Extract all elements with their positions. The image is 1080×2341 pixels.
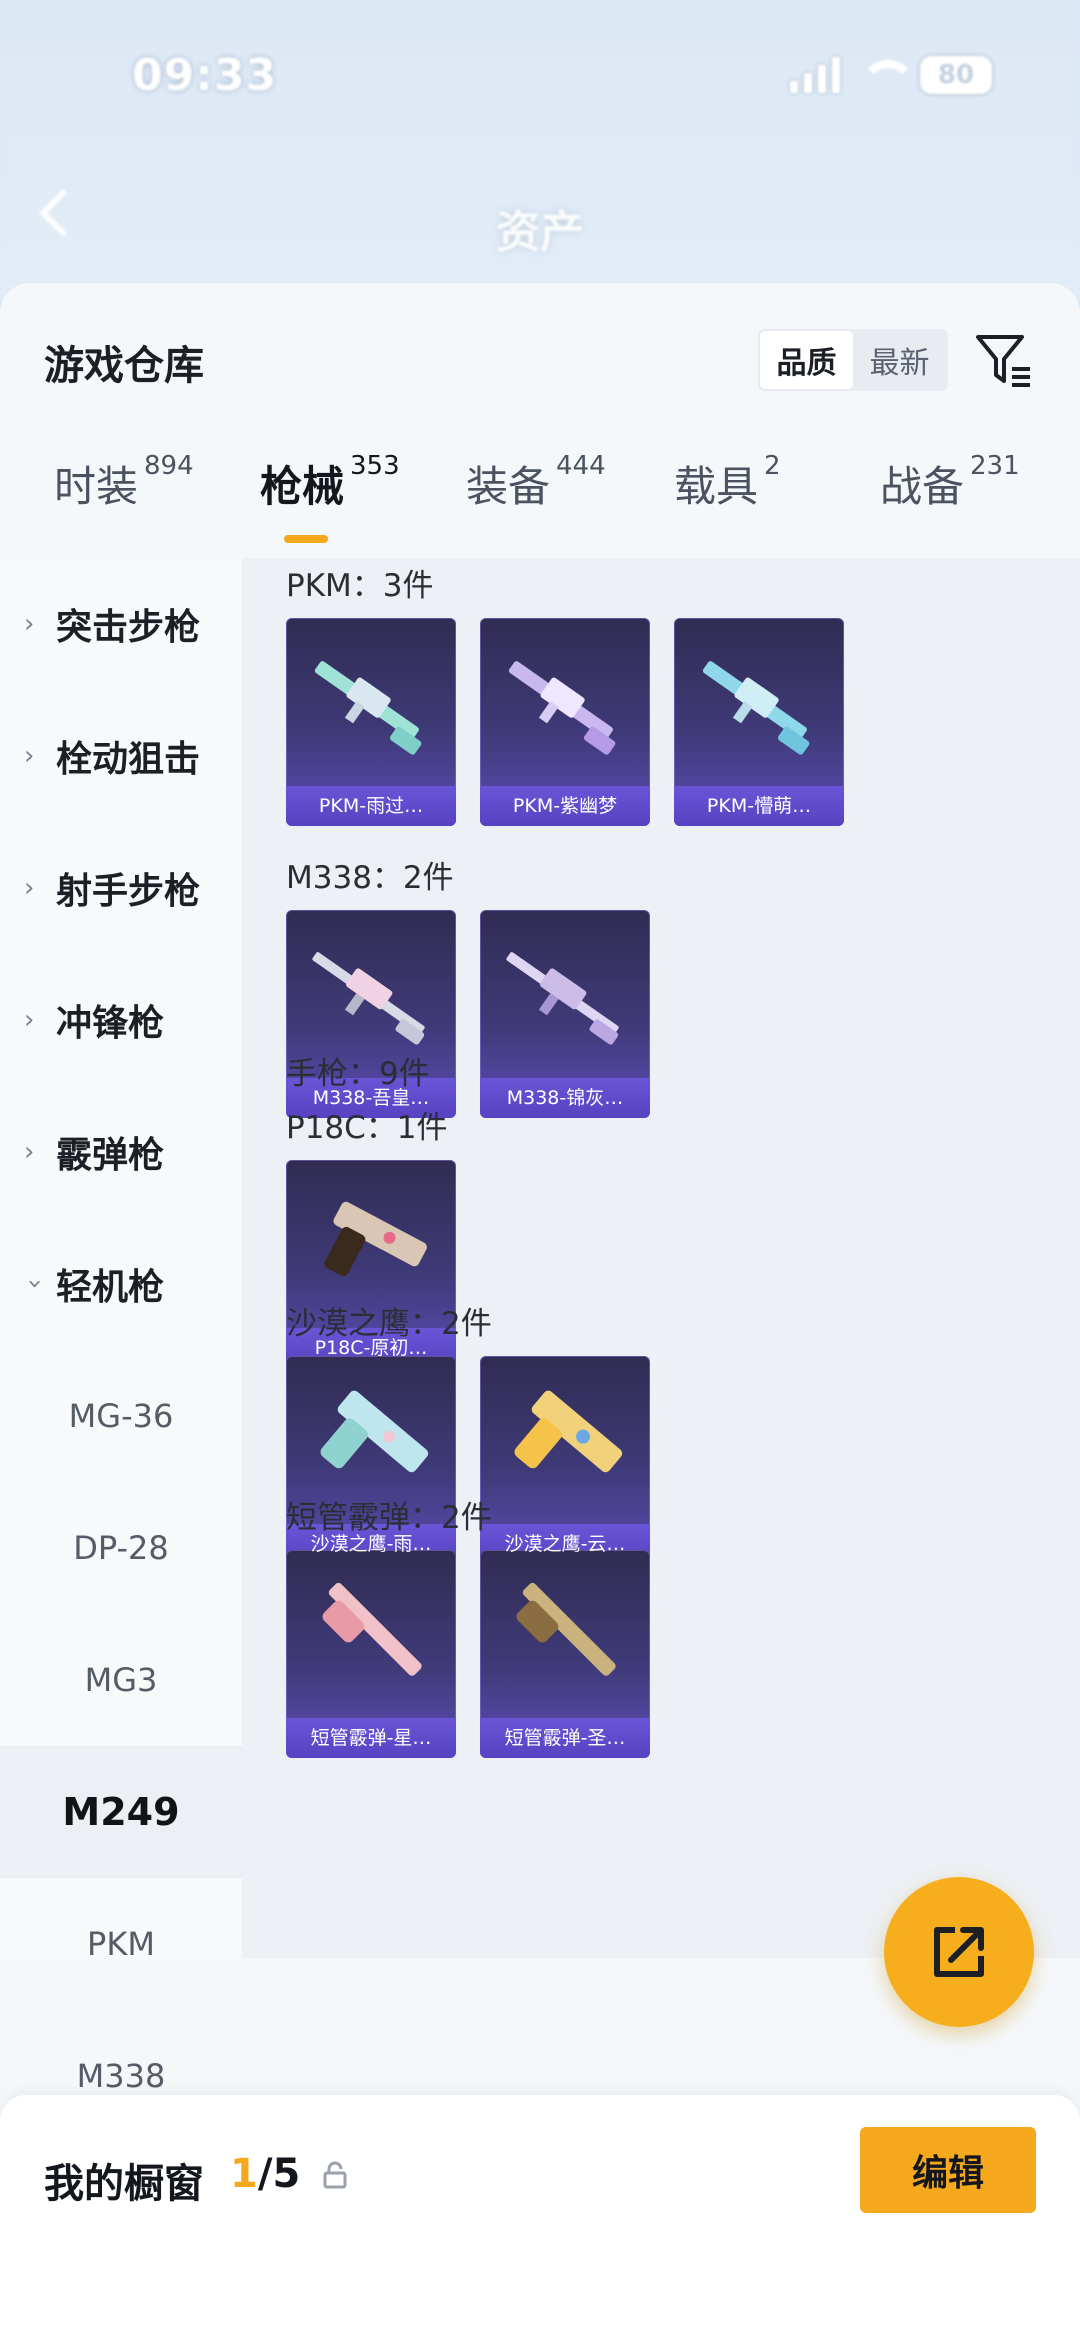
tab-label: 战备 [880,462,965,511]
sheet-title: 游戏仓库 [44,343,204,389]
sidebar-item-label: 射手步枪 [56,871,201,912]
weapon-card-label: 沙漠之鹰-雨… [310,1533,432,1555]
edit-button[interactable]: 编辑 [860,2127,1036,2213]
status-icons: 80 [790,56,992,94]
status-time: 09:33 [132,50,278,101]
weapon-card[interactable]: M338-锦灰… [480,910,650,1118]
sidebar-item-label: 霰弹枪 [56,1135,165,1176]
sidebar-item-label: 冲锋枪 [56,1003,165,1044]
sidebar-sub-m249[interactable]: M249 [0,1746,242,1878]
weapon-card-label: 短管霰弹-星… [310,1727,432,1749]
weapon-card-label: 沙漠之鹰-云… [504,1533,626,1555]
sort-quality-button[interactable]: 品质 [760,331,853,389]
lmg-skin-icon [702,661,810,755]
showcase-title: 我的橱窗 [44,2161,204,2207]
group-label: PKM：3件 [286,568,434,604]
chevron-right-icon: › [24,1005,35,1035]
chevron-right-icon: › [24,1137,35,1167]
chevron-right-icon: › [24,873,35,903]
weapon-card-label: PKM-懵萌… [706,795,812,817]
share-icon [934,1927,984,1977]
weapon-card-label: 短管霰弹-圣… [504,1727,626,1749]
showcase-count: 1/5 [230,2151,300,2197]
weapon-card-label: M338-锦灰… [506,1087,624,1109]
weapon-card[interactable]: P18C-原初… [286,1160,456,1368]
sidebar-item-label: 轻机枪 [56,1267,165,1308]
page-title: 资产 [496,207,584,258]
lock-icon [323,2161,347,2189]
tab-count: 2 [764,451,781,481]
weapon-card-label: P18C-原初… [314,1337,428,1359]
weapon-card[interactable]: M338-吾皇… [286,910,456,1118]
sidebar-item-label: 突击步枪 [56,607,201,648]
tab-label: 装备 [466,462,551,511]
warehouse-sheet: 游戏仓库 品质 最新 时装 894 枪械 353 装备 444 载具 2 战备 … [0,283,1080,2341]
sidebar-sub-dp28[interactable]: DP-28 [0,1482,242,1614]
lmg-skin-icon [508,661,616,755]
sidebar-item-label: 栓动狙击 [56,739,201,780]
weapon-card-label: PKM-雨过… [318,795,424,817]
showcase-bar: 我的橱窗 1/5 编辑 [0,2095,1080,2341]
tab-label: 载具 [674,462,759,511]
tab-count: 231 [970,451,1020,481]
weapon-card[interactable]: 短管霰弹-星… [286,1550,456,1758]
tab-vehicles[interactable]: 载具 2 [674,451,781,514]
tab-count: 353 [350,451,400,481]
sidebar-item-assault-rifle[interactable]: › 突击步枪 [0,558,242,690]
weapon-card[interactable]: 沙漠之鹰-云… [480,1356,650,1564]
weapon-card[interactable]: 短管霰弹-圣… [480,1550,650,1758]
sidebar-sub-pkm[interactable]: PKM [0,1878,242,2010]
tab-count: 894 [144,451,194,481]
tab-equipment[interactable]: 装备 444 [466,451,606,514]
showcase-current: 1 [230,2151,258,2197]
weapon-card-label: PKM-紫幽梦 [512,795,618,817]
sidebar-sub-mg36[interactable]: MG-36 [0,1350,242,1482]
sidebar-item-shotgun[interactable]: › 霰弹枪 [0,1086,242,1218]
sidebar-item-lmg[interactable]: › 轻机枪 [0,1218,242,1350]
page-header: 09:33 80 资产 [0,0,1080,300]
tab-count: 444 [556,451,606,481]
lmg-skin-icon [314,661,422,755]
weapon-card[interactable]: PKM-懵萌… [674,618,844,826]
signal-icon [790,57,840,93]
sort-newest-button[interactable]: 最新 [853,331,946,389]
sidebar-sub-mg3[interactable]: MG3 [0,1614,242,1746]
filter-icon[interactable] [972,329,1034,391]
group-label: M338：2件 [286,860,454,896]
tab-label: 时装 [54,462,139,511]
category-tabs: 时装 894 枪械 353 装备 444 载具 2 战备 231 [0,451,1080,533]
sidebar-item-bolt-sniper[interactable]: › 栓动狙击 [0,690,242,822]
weapon-card[interactable]: PKM-雨过… [286,618,456,826]
lmg-skin-icon [506,952,619,1045]
shotgun-skin-icon [322,1582,422,1676]
sort-toggle: 品质 最新 [758,329,948,391]
tab-tactical[interactable]: 战备 231 [880,451,1020,514]
chevron-down-icon: › [20,1278,50,1290]
chevron-right-icon: › [24,741,35,771]
weapon-card[interactable]: PKM-紫幽梦 [480,618,650,826]
weapon-category-sidebar: › 突击步枪 › 栓动狙击 › 射手步枪 › 冲锋枪 › 霰弹枪 › 轻机枪 M… [0,558,242,2095]
weapon-card-label: M338-吾皇… [312,1087,430,1109]
chevron-right-icon: › [24,609,35,639]
sidebar-item-smg[interactable]: › 冲锋枪 [0,954,242,1086]
battery-icon: 80 [920,56,992,94]
showcase-total: /5 [257,2151,301,2197]
sidebar-item-marksman-rifle[interactable]: › 射手步枪 [0,822,242,954]
pistol-skin-icon [514,1390,623,1473]
weapon-card[interactable]: 沙漠之鹰-雨… [286,1356,456,1564]
tab-firearms[interactable]: 枪械 353 [260,451,400,514]
share-button[interactable] [884,1877,1034,2027]
tab-label: 枪械 [260,462,345,511]
weapon-grid: PKM：3件 PKM-雨过… PKM-紫幽梦 PKM-懵萌… M338：2件 M… [242,558,1080,1958]
shotgun-skin-icon [516,1582,616,1676]
tab-fashion[interactable]: 时装 894 [54,451,194,514]
active-tab-indicator [284,535,328,543]
wifi-icon [858,58,916,92]
